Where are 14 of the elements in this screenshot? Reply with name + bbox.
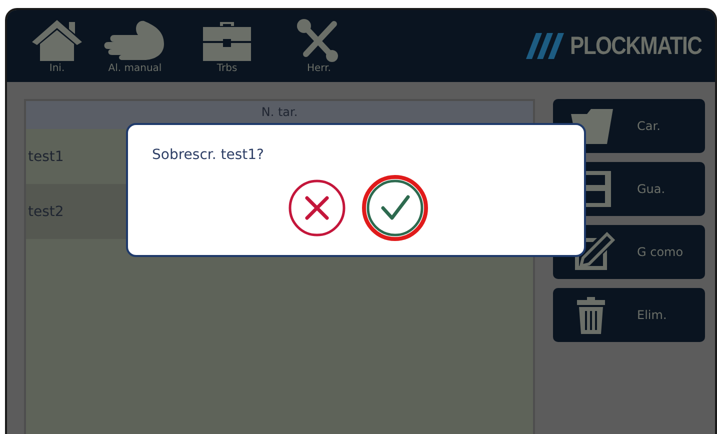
checkmark-icon — [366, 179, 424, 237]
dialog-message: Sobrescr. test1? — [152, 147, 265, 163]
confirm-button[interactable] — [362, 175, 428, 241]
home-icon — [30, 18, 84, 62]
nav-button[interactable]: Trbs — [181, 18, 273, 74]
action-button[interactable]: Elim. — [553, 288, 705, 342]
slashes-icon — [526, 33, 566, 59]
nav-button[interactable]: Al. manual — [89, 18, 181, 74]
hand-icon — [104, 18, 166, 62]
logo-text: PLOCKMATIC — [570, 32, 702, 60]
column-header: N. tar. — [261, 104, 298, 119]
nav-button[interactable]: Ini. — [25, 18, 89, 74]
close-icon — [288, 179, 346, 237]
nav-button[interactable]: Herr. — [273, 18, 365, 74]
